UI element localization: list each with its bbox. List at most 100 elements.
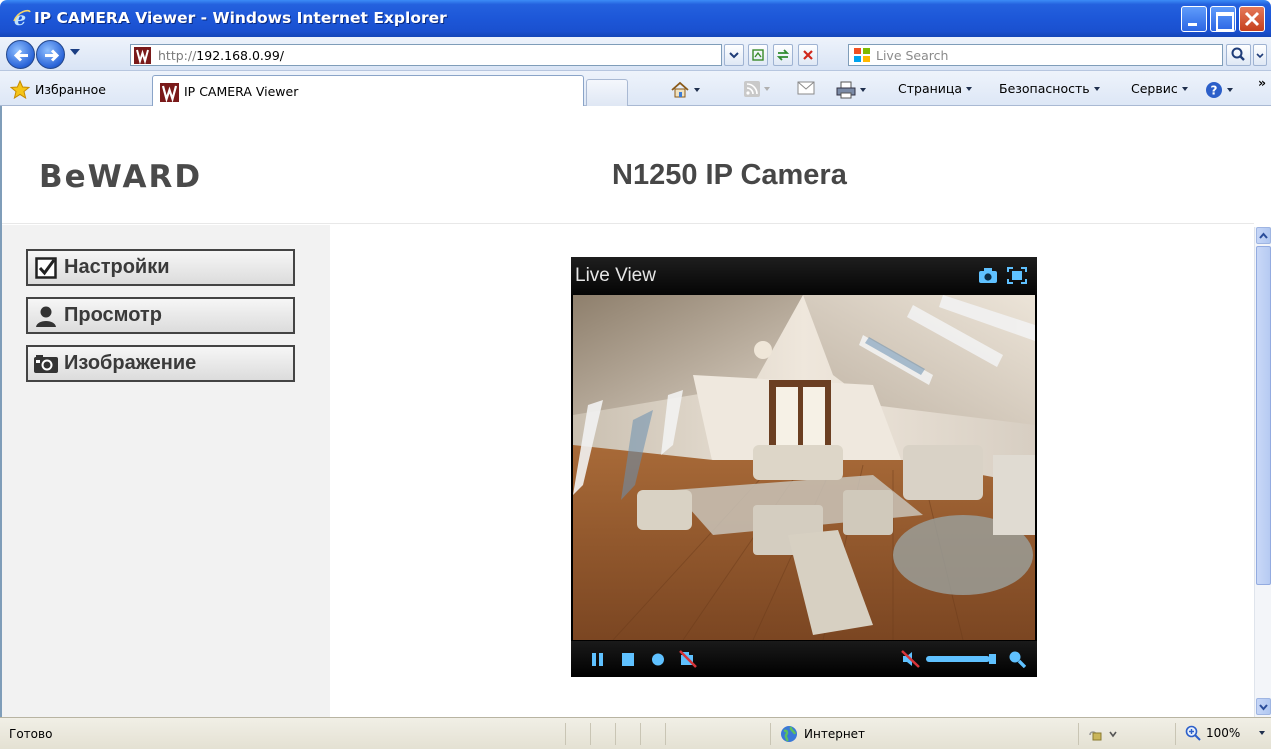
camera-icon bbox=[34, 354, 58, 373]
zoom-icon[interactable] bbox=[1008, 650, 1026, 668]
menu-label-image: Изображение bbox=[64, 352, 197, 374]
back-button[interactable] bbox=[6, 40, 35, 69]
stop-icon[interactable] bbox=[621, 652, 635, 667]
security-zone-label: Интернет bbox=[804, 727, 866, 741]
menu-button-image[interactable]: Изображение bbox=[26, 345, 295, 382]
search-icon bbox=[1231, 47, 1245, 61]
zoom-level-button[interactable]: 100% bbox=[1185, 725, 1266, 741]
chevron-down-icon bbox=[1259, 704, 1268, 711]
menu-button-view[interactable]: Просмотр bbox=[26, 297, 295, 334]
camera-title: N1250 IP Camera bbox=[612, 159, 847, 191]
help-icon: ? bbox=[1206, 82, 1222, 98]
internet-explorer-icon: e bbox=[13, 8, 31, 28]
status-bar: Готово Интернет 100% bbox=[0, 717, 1271, 749]
camera-video-feed bbox=[573, 295, 1035, 640]
compatibility-icon bbox=[752, 49, 764, 61]
feeds-button[interactable] bbox=[744, 81, 770, 97]
sidebar-menu: Настройки Просмотр Изображение bbox=[2, 225, 330, 717]
status-text: Готово bbox=[9, 727, 53, 741]
chevron-down-icon bbox=[1093, 86, 1100, 91]
url-text: http://192.168.0.99/ bbox=[158, 48, 285, 63]
safety-menu[interactable]: Безопасность bbox=[999, 81, 1100, 96]
window-titlebar: e IP CAMERA Viewer - Windows Internet Ex… bbox=[0, 0, 1271, 37]
home-button[interactable] bbox=[670, 81, 700, 98]
menu-label-settings: Настройки bbox=[64, 256, 170, 278]
status-divider bbox=[590, 723, 591, 745]
window-title: IP CAMERA Viewer - Windows Internet Expl… bbox=[34, 9, 447, 27]
live-view-title: Live View bbox=[575, 265, 656, 286]
beward-logo: BeWARD bbox=[39, 159, 203, 195]
page-menu-label: Страница bbox=[898, 81, 963, 96]
help-menu[interactable]: ? bbox=[1205, 81, 1233, 99]
stop-x-icon bbox=[803, 50, 813, 60]
pause-icon[interactable] bbox=[591, 652, 605, 667]
status-divider bbox=[770, 723, 771, 745]
live-search-logo-icon bbox=[854, 48, 870, 62]
scroll-down-button[interactable] bbox=[1256, 698, 1271, 715]
browser-tab-active[interactable]: IP CAMERA Viewer bbox=[152, 75, 584, 107]
minimize-button[interactable] bbox=[1181, 6, 1207, 32]
menu-label-view: Просмотр bbox=[64, 304, 162, 326]
zoom-level-label: 100% bbox=[1206, 726, 1241, 740]
search-placeholder: Live Search bbox=[876, 48, 949, 63]
web-page: BeWARD N1250 IP Camera Настройки Просмот… bbox=[0, 106, 1254, 717]
tools-menu[interactable]: Сервис bbox=[1131, 81, 1188, 96]
tab-title: IP CAMERA Viewer bbox=[184, 84, 299, 99]
live-view-panel: Live View bbox=[571, 257, 1037, 677]
refresh-button[interactable] bbox=[773, 44, 793, 66]
volume-slider[interactable] bbox=[926, 654, 998, 664]
chevron-down-icon bbox=[764, 87, 770, 91]
arrow-left-icon bbox=[13, 49, 28, 62]
person-icon bbox=[36, 306, 56, 327]
search-button[interactable] bbox=[1226, 44, 1251, 66]
page-menu[interactable]: Страница bbox=[898, 81, 973, 96]
scrollbar-thumb[interactable] bbox=[1256, 246, 1271, 585]
chevron-down-icon bbox=[694, 87, 700, 92]
tools-menu-label: Сервис bbox=[1131, 81, 1178, 96]
status-divider bbox=[615, 723, 616, 745]
address-dropdown-button[interactable] bbox=[724, 44, 744, 66]
maximize-button[interactable] bbox=[1210, 6, 1236, 32]
vertical-scrollbar[interactable] bbox=[1254, 227, 1271, 717]
globe-icon bbox=[781, 726, 797, 742]
menu-button-settings[interactable]: Настройки bbox=[26, 249, 295, 286]
printer-icon bbox=[836, 81, 856, 99]
address-toolbar: http://192.168.0.99/ Live Search bbox=[0, 37, 1271, 71]
arrow-right-icon bbox=[45, 49, 60, 62]
speaker-muted-icon[interactable] bbox=[901, 650, 921, 668]
forward-button[interactable] bbox=[36, 40, 65, 69]
beward-favicon-icon bbox=[160, 83, 179, 102]
refresh-icon bbox=[776, 49, 790, 61]
video-controls-bar bbox=[571, 641, 1037, 677]
snapshot-icon[interactable] bbox=[978, 267, 998, 284]
chevron-down-icon bbox=[729, 52, 739, 59]
record-icon[interactable] bbox=[651, 652, 665, 667]
status-divider bbox=[665, 723, 666, 745]
scroll-up-button[interactable] bbox=[1256, 227, 1271, 244]
overflow-chevron-icon[interactable]: » bbox=[1258, 75, 1266, 90]
status-divider bbox=[1078, 723, 1079, 745]
stop-button[interactable] bbox=[798, 44, 818, 66]
close-button[interactable] bbox=[1239, 6, 1265, 32]
chevron-down-icon bbox=[1181, 86, 1188, 91]
chevron-down-icon bbox=[1256, 53, 1264, 59]
chevron-down-icon bbox=[1227, 88, 1233, 92]
status-divider bbox=[565, 723, 566, 745]
status-divider bbox=[640, 723, 641, 745]
recent-pages-dropdown[interactable] bbox=[70, 49, 80, 55]
address-field[interactable]: http://192.168.0.99/ bbox=[130, 44, 722, 66]
print-button[interactable] bbox=[836, 81, 866, 99]
protected-mode-icon[interactable] bbox=[1088, 727, 1118, 741]
compatibility-view-button[interactable] bbox=[748, 44, 768, 66]
fullscreen-icon[interactable] bbox=[1007, 267, 1027, 284]
mute-video-icon[interactable] bbox=[679, 650, 697, 668]
search-options-button[interactable] bbox=[1253, 44, 1267, 66]
favorites-button[interactable]: Избранное bbox=[10, 80, 106, 99]
checkbox-icon bbox=[35, 256, 57, 279]
new-tab-button[interactable] bbox=[586, 79, 628, 106]
search-input[interactable]: Live Search bbox=[848, 44, 1223, 66]
chevron-down-icon bbox=[966, 86, 973, 91]
read-mail-button[interactable] bbox=[797, 81, 815, 95]
chevron-up-icon bbox=[1259, 232, 1268, 239]
security-zone[interactable]: Интернет bbox=[780, 725, 865, 743]
